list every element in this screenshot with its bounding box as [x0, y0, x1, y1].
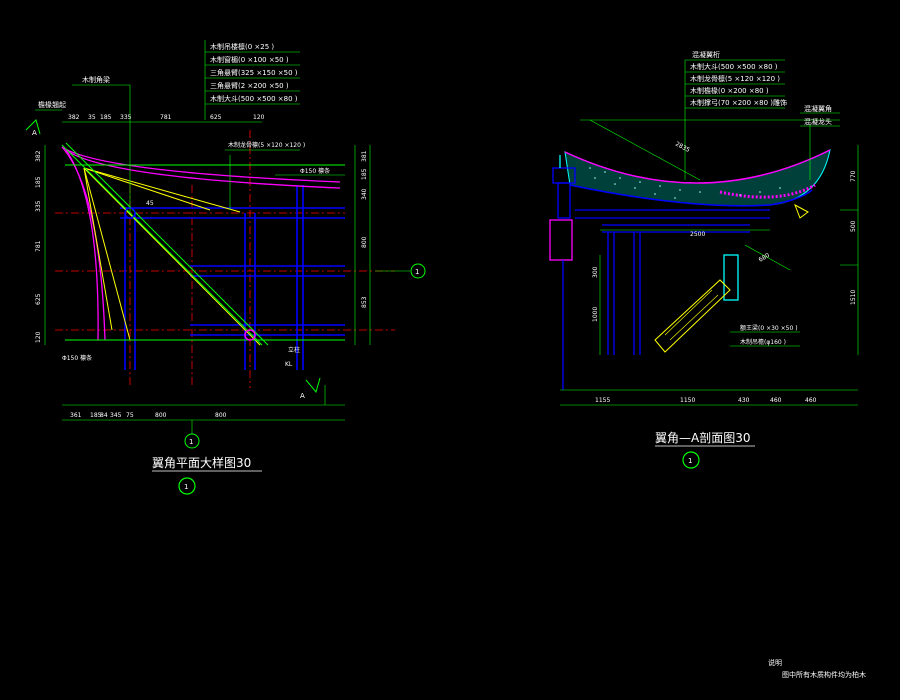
section-beams — [575, 209, 770, 233]
plan-top-dim-3: 335 — [120, 114, 132, 121]
plan-left-dim-1: 185 — [35, 176, 42, 188]
carved-strut — [654, 279, 731, 353]
plan-right-dim-3: 800 — [361, 236, 368, 248]
section-arrow-bottom — [305, 377, 321, 394]
plan-right-dim-0: 381 — [361, 150, 368, 162]
plan-axis-marker-right-label: 1 — [415, 268, 419, 276]
plan-bottom-dim-5: 800 — [155, 412, 167, 419]
note-text: 图中所有木质构件均为柏木 — [782, 670, 866, 679]
plan-top-dim-2: 185 — [100, 114, 112, 121]
section-beam-label: 额王梁(0 ×30 ×50 ) — [740, 324, 798, 332]
section-dim-diag: 2835 — [674, 141, 691, 154]
plan-rafter-label: Φ150 檩条 — [300, 167, 330, 175]
section-bottom-dim-1: 1150 — [680, 397, 695, 404]
section-callout-2: 木制龙骨檩(5 ×120 ×120 ) — [690, 74, 780, 83]
section-columns-inner — [607, 232, 739, 355]
plan-left-dim-4: 625 — [35, 293, 42, 305]
section-callout-1: 木制大斗(500 ×500 ×80 ) — [690, 62, 778, 71]
plan-bottom-dim-6: 800 — [215, 412, 227, 419]
section-dim-span: 2500 — [690, 231, 705, 238]
cad-drawing: 木制吊楼檩(0 ×25 ) 木制窗楣(0 ×100 ×50 ) 三角悬臂(325… — [25, 40, 866, 679]
section-dim-v3: 1510 — [850, 290, 857, 305]
plan-left-dim-0: 382 — [35, 150, 42, 162]
section-callout-0: 混凝翼桁 — [692, 50, 720, 59]
plan-left-dim-5: 120 — [35, 331, 42, 343]
section-callout-4: 木制撑弓(70 ×200 ×80 )雕饰 — [690, 98, 787, 107]
section-callout-3: 木制檐椽(0 ×200 ×80 ) — [690, 86, 769, 95]
plan-top-dim-6: 120 — [253, 114, 265, 121]
note-title: 说明 — [768, 658, 782, 667]
plan-drawing: 木制吊楼檩(0 ×25 ) 木制窗楣(0 ×100 ×50 ) 三角悬臂(325… — [25, 40, 426, 495]
roof-fill — [564, 149, 831, 207]
plan-right-top-label: 木制龙骨檩(5 ×120 ×120 ) — [228, 141, 305, 149]
plan-callout-4: 木制大斗(500 ×500 ×80 ) — [210, 94, 298, 103]
plan-rafters — [83, 167, 261, 346]
plan-right-dim-4: 853 — [361, 296, 368, 308]
plan-title: 翼角平面大样图30 — [152, 455, 251, 470]
section-arrow-top-label: A — [32, 129, 37, 137]
plan-callout-0: 木制吊楼檩(0 ×25 ) — [210, 42, 274, 51]
plan-bottom-rafter-label: Φ150 檩条 — [62, 354, 92, 362]
section-bottom-dim-0: 1155 — [595, 397, 610, 404]
plan-bottom-dim-2: 84 — [100, 412, 108, 419]
plan-top-dim-0: 382 — [68, 114, 80, 121]
section-arrow-bottom-label: A — [300, 392, 305, 400]
plan-axis-marker-bottom-label: 1 — [189, 438, 193, 446]
plan-post-label: 立柱 — [288, 346, 300, 354]
plan-bottom-dim-3: 345 — [110, 412, 122, 419]
plan-top-dim-4: 781 — [160, 114, 172, 121]
section-dim-v1: 770 — [850, 170, 857, 182]
plan-bottom-dim-0: 361 — [70, 412, 82, 419]
plan-left-dim-2: 335 — [35, 200, 42, 212]
section-right-callout-1: 混凝龙头 — [804, 117, 832, 126]
plan-top-dim-1: 35 — [88, 114, 96, 121]
plan-bottom-dim-4: 75 — [126, 412, 134, 419]
plan-callout-1: 木制窗楣(0 ×100 ×50 ) — [210, 55, 289, 64]
section-column-label: 木制吊檐(φ160 ) — [740, 338, 786, 346]
section-dim-h2: 1000 — [592, 307, 599, 322]
plan-right-dim-1: 185 — [361, 168, 368, 180]
section-drawing: 混凝翼桁 木制大斗(500 ×500 ×80 ) 木制龙骨檩(5 ×120 ×1… — [549, 50, 859, 469]
section-bottom-dim-2: 430 — [738, 397, 750, 404]
plan-angle-label: 45 — [146, 200, 154, 207]
section-dim-h1: 300 — [592, 266, 599, 278]
plan-callout-2: 三角悬臂(325 ×150 ×50 ) — [210, 68, 298, 77]
plan-callout-3: 三角悬臂(2 ×200 ×50 ) — [210, 81, 289, 90]
section-column-left — [549, 155, 576, 390]
plan-left-callout-0: 檐椽翘起 — [38, 100, 66, 109]
plan-kl-label: KL — [285, 361, 293, 368]
plan-left-callout-1: 木制角梁 — [82, 75, 110, 84]
section-right-callout-0: 混凝翼角 — [804, 104, 832, 113]
section-bottom-dim-4: 460 — [805, 397, 817, 404]
plan-left-dim-3: 781 — [35, 240, 42, 252]
section-title-marker-label: 1 — [688, 457, 692, 465]
plan-top-dim-5: 625 — [210, 114, 222, 121]
plan-right-dim-2: 340 — [361, 188, 368, 200]
section-dim-v2: 500 — [850, 220, 857, 232]
section-dim-beam: 680 — [758, 252, 772, 264]
plan-title-marker-label: 1 — [184, 483, 188, 491]
plan-centerlines — [55, 130, 395, 388]
dragon-head — [794, 203, 809, 219]
section-title: 翼角—A剖面图30 — [655, 431, 750, 445]
section-bottom-dim-3: 460 — [770, 397, 782, 404]
